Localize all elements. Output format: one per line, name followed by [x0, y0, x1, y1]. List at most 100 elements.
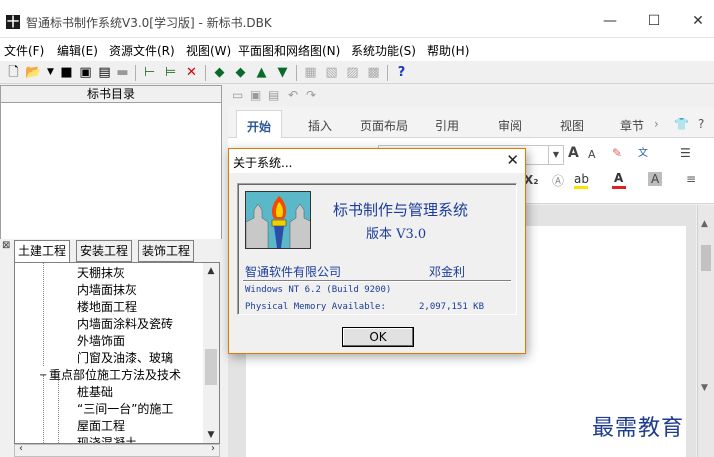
arrow-left-icon[interactable]: ◆ [211, 64, 228, 81]
redo-icon[interactable]: ↷ [306, 88, 316, 102]
menu-file[interactable]: 文件(F) [4, 42, 44, 59]
tab-decoration[interactable]: 装饰工程 [138, 240, 195, 262]
tab-installation[interactable]: 安装工程 [76, 240, 133, 262]
menu-bar: 文件(F) 编辑(E) 资源文件(R) 视图(W) 平面图和网络图(N) 系统功… [0, 38, 714, 60]
qa-new-icon[interactable]: ▭ [232, 88, 243, 102]
export-icon[interactable]: ▧ [323, 64, 340, 81]
tree-vertical-scrollbar[interactable]: ▲ ▼ [203, 263, 219, 443]
watermark: 最需教育 [592, 416, 685, 441]
ribbon-more-icon[interactable]: › [654, 117, 659, 131]
open-folder-icon[interactable]: 📂 [25, 64, 42, 81]
menu-system[interactable]: 系统功能(S) [351, 42, 416, 59]
toolbar-separator [387, 65, 388, 81]
delete-icon[interactable]: ✕ [183, 64, 200, 81]
product-name: 标书制作与管理系统 [333, 201, 469, 219]
help-icon[interactable]: ? [393, 64, 410, 81]
tree-item[interactable]: 重点部位施工方法及技术 [49, 367, 181, 384]
dialog-title-bar: 关于系统... ✕ [229, 149, 525, 173]
save-icon[interactable]: ■ [58, 64, 75, 81]
splitter-icon[interactable]: ⊠ [2, 240, 10, 251]
highlight-color-bar [574, 186, 588, 189]
tree-item[interactable]: 桩基础 [77, 384, 113, 401]
qa-save-icon[interactable]: ▣ [250, 88, 261, 102]
menu-view[interactable]: 视图(W) [186, 42, 231, 59]
main-toolbar: 🗋 📂 ▼ ■ ▣ ▤ ▬ ⊢ ⊨ ✕ ◆ ◆ ▲ ▼ ▦ ▧ ▨ ▩ ? [0, 60, 714, 84]
qa-print-icon[interactable]: ▤ [268, 88, 279, 102]
dialog-divider [243, 280, 511, 282]
tab-civil[interactable]: 土建工程 [14, 240, 71, 263]
outline-upper-pane [0, 103, 222, 239]
ribbon-tab-review[interactable]: 审阅 [498, 117, 522, 134]
insert-node-icon[interactable]: ⊢ [141, 64, 158, 81]
dialog-close-button[interactable]: ✕ [506, 151, 519, 169]
scroll-down-icon[interactable]: ▼ [701, 383, 708, 393]
tree-horizontal-scrollbar[interactable]: ‹ › [14, 443, 220, 457]
outline-header: 标书目录 [0, 85, 222, 103]
ribbon-tab-references[interactable]: 引用 [435, 117, 459, 134]
ribbon-help-icon[interactable]: ? [698, 117, 704, 131]
tree-guide-line [43, 375, 44, 443]
scroll-thumb[interactable] [701, 245, 711, 271]
highlight-icon[interactable]: ab [574, 172, 589, 186]
ribbon-tab-layout[interactable]: 页面布局 [360, 117, 408, 134]
font-color-icon[interactable]: A [614, 171, 623, 185]
font-size-dropdown-icon[interactable]: ▼ [548, 145, 564, 165]
scroll-up-icon[interactable]: ▲ [203, 263, 219, 279]
undo-icon[interactable]: ↶ [288, 88, 298, 102]
align-icon[interactable]: ≡ [686, 172, 696, 186]
char-shading-icon[interactable]: A [648, 172, 663, 186]
shrink-font-icon[interactable]: A [588, 148, 596, 161]
tree-item[interactable]: 楼地面工程 [77, 299, 137, 316]
tree-item[interactable]: 门窗及油漆、玻璃 [77, 350, 173, 367]
tree-item[interactable]: 内墙面抹灰 [77, 282, 137, 299]
save-all-icon[interactable]: ▣ [77, 64, 94, 81]
subscript-icon[interactable]: X₂ [524, 173, 539, 187]
print-icon[interactable]: ▦ [302, 64, 319, 81]
arrow-right-icon[interactable]: ◆ [232, 64, 249, 81]
scroll-right-icon[interactable]: › [211, 443, 215, 454]
insert-child-icon[interactable]: ⊨ [162, 64, 179, 81]
menu-resources[interactable]: 资源文件(R) [109, 42, 175, 59]
scroll-up-icon[interactable]: ▲ [701, 219, 708, 229]
bookmark-icon[interactable]: ▬ [114, 64, 131, 81]
maximize-button[interactable]: ☐ [640, 8, 668, 34]
ribbon-tab-insert[interactable]: 插入 [308, 117, 332, 134]
document-scrollbar[interactable]: ▲ ▼ [697, 205, 714, 457]
properties-icon[interactable]: ▤ [96, 64, 113, 81]
scroll-thumb[interactable] [205, 349, 217, 385]
menu-help[interactable]: 帮助(H) [427, 42, 469, 59]
dialog-title: 关于系统... [233, 156, 293, 170]
menu-plan-network[interactable]: 平面图和网络图(N) [238, 42, 340, 59]
preview-icon[interactable]: ▩ [365, 64, 382, 81]
dropdown-arrow-icon[interactable]: ▼ [42, 64, 59, 81]
tree-item[interactable]: 外墙饰面 [77, 333, 125, 350]
author-name: 邓金利 [429, 265, 466, 279]
ribbon-tab-home[interactable]: 开始 [236, 110, 283, 139]
tree-item[interactable]: 现浇混凝土 [77, 435, 137, 443]
clear-format-icon[interactable]: ✎ [612, 146, 622, 160]
tree-item[interactable]: 屋面工程 [77, 418, 125, 435]
text-effect-icon[interactable]: Ⓐ [552, 172, 564, 189]
tree-item[interactable]: 内墙面涂料及瓷砖 [77, 316, 173, 333]
ribbon-tab-view[interactable]: 视图 [560, 117, 584, 134]
scroll-left-icon[interactable]: ‹ [19, 443, 23, 454]
menu-edit[interactable]: 编辑(E) [57, 42, 98, 59]
new-file-icon[interactable]: 🗋 [5, 64, 22, 81]
arrow-up-icon[interactable]: ▲ [253, 64, 270, 81]
scroll-down-icon[interactable]: ▼ [203, 427, 219, 443]
ribbon-tab-section[interactable]: 章节 [620, 117, 644, 134]
phonetic-icon[interactable]: 文 [638, 144, 648, 159]
minimize-button[interactable]: — [596, 8, 624, 34]
picture-icon[interactable]: ▨ [344, 64, 361, 81]
tree-item[interactable]: “三间一台”的施工 [77, 401, 173, 418]
collapse-toggle-icon[interactable]: − [39, 367, 47, 384]
tree-item[interactable]: 天棚抹灰 [77, 265, 125, 282]
close-window-button[interactable]: ✕ [684, 8, 712, 34]
grow-font-icon[interactable]: A [568, 145, 579, 161]
skin-icon[interactable]: 👕 [674, 117, 689, 131]
memory-value: 2,097,151 KB [419, 302, 485, 312]
bullets-icon[interactable]: ☰ [680, 146, 691, 160]
ok-button[interactable]: OK [342, 327, 414, 347]
arrow-down-icon[interactable]: ▼ [274, 64, 291, 81]
product-version: 版本 V3.0 [366, 227, 427, 242]
